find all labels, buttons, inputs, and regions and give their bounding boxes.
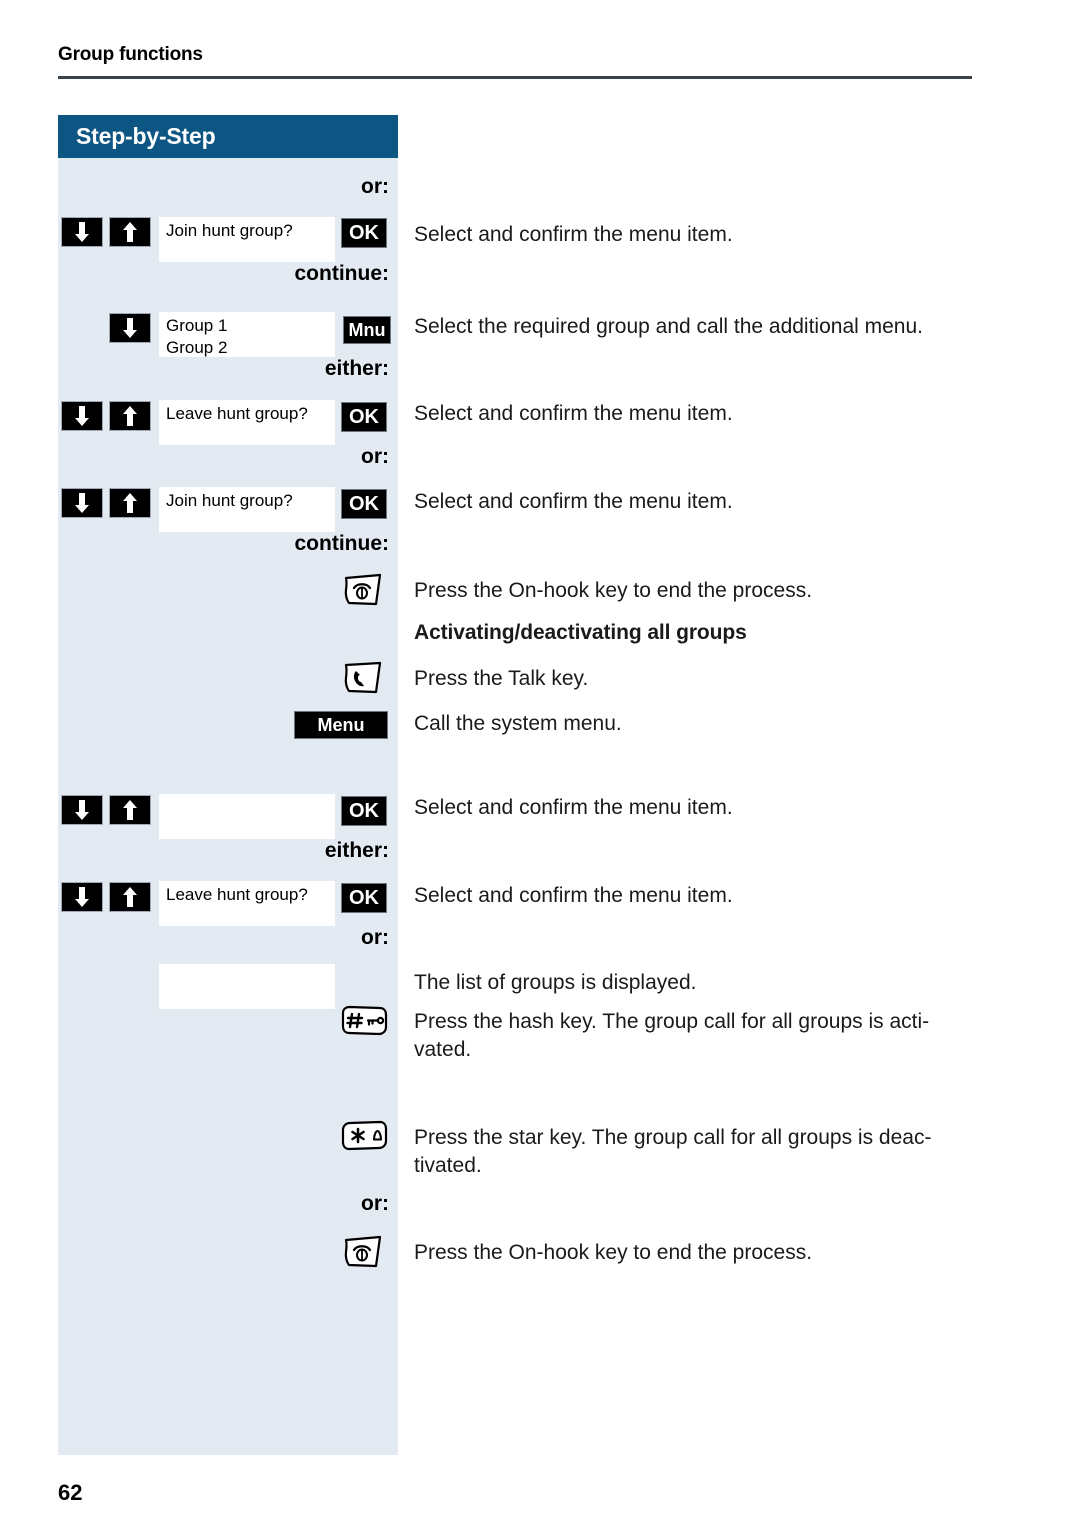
hash-key-icon [341,1005,388,1036]
down-arrow-key-5[interactable] [61,795,103,825]
arrow-up-icon [123,493,137,513]
instruction-text-4: Select and confirm the menu item. [414,490,733,513]
star-key-icon [341,1120,388,1151]
display-join-hunt-group-3[interactable]: Leave hunt group? [158,880,336,927]
instruction-text-2: Select the required group and call the a… [414,315,924,338]
softkey-ok-1[interactable]: OK [341,218,387,248]
arrow-up-icon [123,406,137,426]
page-number: 62 [58,1480,83,1505]
softkey-menu-1[interactable]: Menu [294,711,388,739]
instruction-text-11-line2: vated. [414,1038,472,1061]
on-hook-key-2[interactable] [340,1234,386,1270]
on-hook-key-icon [344,1235,382,1268]
display-line: Join hunt group? [166,221,293,240]
softkey-ok-3[interactable]: OK [341,489,387,519]
arrow-down-icon [123,318,137,338]
talk-key-icon [344,661,382,694]
instruction-text-11-line1: Press the hash key. The group call for a… [414,1010,930,1033]
display-line: Group 1 [166,316,228,335]
instruction-text-7: Call the system menu. [414,712,622,735]
arrow-down-icon [75,406,89,426]
on-hook-key-1[interactable] [340,572,386,608]
display-leave-hunt-group-2[interactable] [158,793,336,840]
up-arrow-key-1[interactable] [109,217,151,247]
down-arrow-key-4[interactable] [61,488,103,518]
display-line: Leave hunt group? [166,404,308,423]
instruction-text-1: Select and confirm the menu item. [414,223,733,246]
down-arrow-key-6[interactable] [61,882,103,912]
instruction-text-6: Press the Talk key. [414,667,589,690]
instruction-text-12-line2: tivated. [414,1154,482,1177]
down-arrow-key-1[interactable] [61,217,103,247]
instruction-text-12-line1: Press the star key. The group call for a… [414,1126,932,1149]
display-leave-hunt-group-1[interactable]: Leave hunt group? [158,399,336,446]
hash-key-1[interactable] [338,1003,390,1041]
keyword-or-2: or: [361,445,389,468]
instruction-text-10: The list of groups is displayed. [414,971,697,994]
keyword-or-1: or: [361,175,389,198]
up-arrow-key-6[interactable] [109,882,151,912]
instruction-text-9: Select and confirm the menu item. [414,884,733,907]
display-join-hunt-group-2[interactable]: Join hunt group? [158,486,336,533]
display-join-hunt-group-1[interactable]: Join hunt group? [158,216,336,263]
down-arrow-key-2[interactable] [109,313,151,343]
instruction-text-13: Press the On-hook key to end the process… [414,1241,813,1264]
on-hook-key-icon [344,573,382,606]
display-line [159,794,335,797]
keyword-continue-1: continue: [294,262,390,285]
keyword-continue-4: or: [361,1192,389,1215]
running-head: Group functions [58,44,203,65]
keyword-continue-3: or: [361,926,389,949]
display-line: Leave hunt group? [166,885,308,904]
arrow-down-icon [75,493,89,513]
display-line [159,964,335,967]
arrow-up-icon [123,800,137,820]
softkey-ok-4[interactable]: OK [341,796,387,826]
star-key-1[interactable] [338,1118,390,1156]
softkey-ok-2[interactable]: OK [341,402,387,432]
header-rule [58,76,972,79]
arrow-up-icon [123,222,137,242]
instruction-text-11: Press the hash key. The group call for a… [414,1008,988,1064]
talk-key-1[interactable] [340,660,386,696]
down-arrow-key-3[interactable] [61,401,103,431]
display-line: Group 2 [166,338,228,357]
section-heading-activating-deactivating: Activating/deactivating all groups [414,621,747,644]
softkey-ok-5[interactable]: OK [341,883,387,913]
up-arrow-key-4[interactable] [109,488,151,518]
arrow-up-icon [123,887,137,907]
display-group-list-1[interactable]: Group 1 Group 2 [158,311,336,358]
sidebar-title-bar: Step-by-Step [58,115,398,158]
arrow-down-icon [75,887,89,907]
sidebar-title: Step-by-Step [76,123,216,149]
keyword-or-3: either: [324,839,389,862]
arrow-down-icon [75,800,89,820]
softkey-mnu-1[interactable]: Mnu [343,316,391,344]
keyword-either-1: either: [324,357,389,380]
up-arrow-key-3[interactable] [109,401,151,431]
display-group-list-2[interactable] [158,963,336,1010]
instruction-text-3: Select and confirm the menu item. [414,402,733,425]
display-line: Join hunt group? [166,491,293,510]
instruction-text-5: Press the On-hook key to end the process… [414,579,813,602]
arrow-down-icon [75,222,89,242]
instruction-text-12: Press the star key. The group call for a… [414,1124,988,1180]
instruction-text-8: Select and confirm the menu item. [414,796,733,819]
keyword-continue-2: continue: [294,532,390,555]
up-arrow-key-5[interactable] [109,795,151,825]
